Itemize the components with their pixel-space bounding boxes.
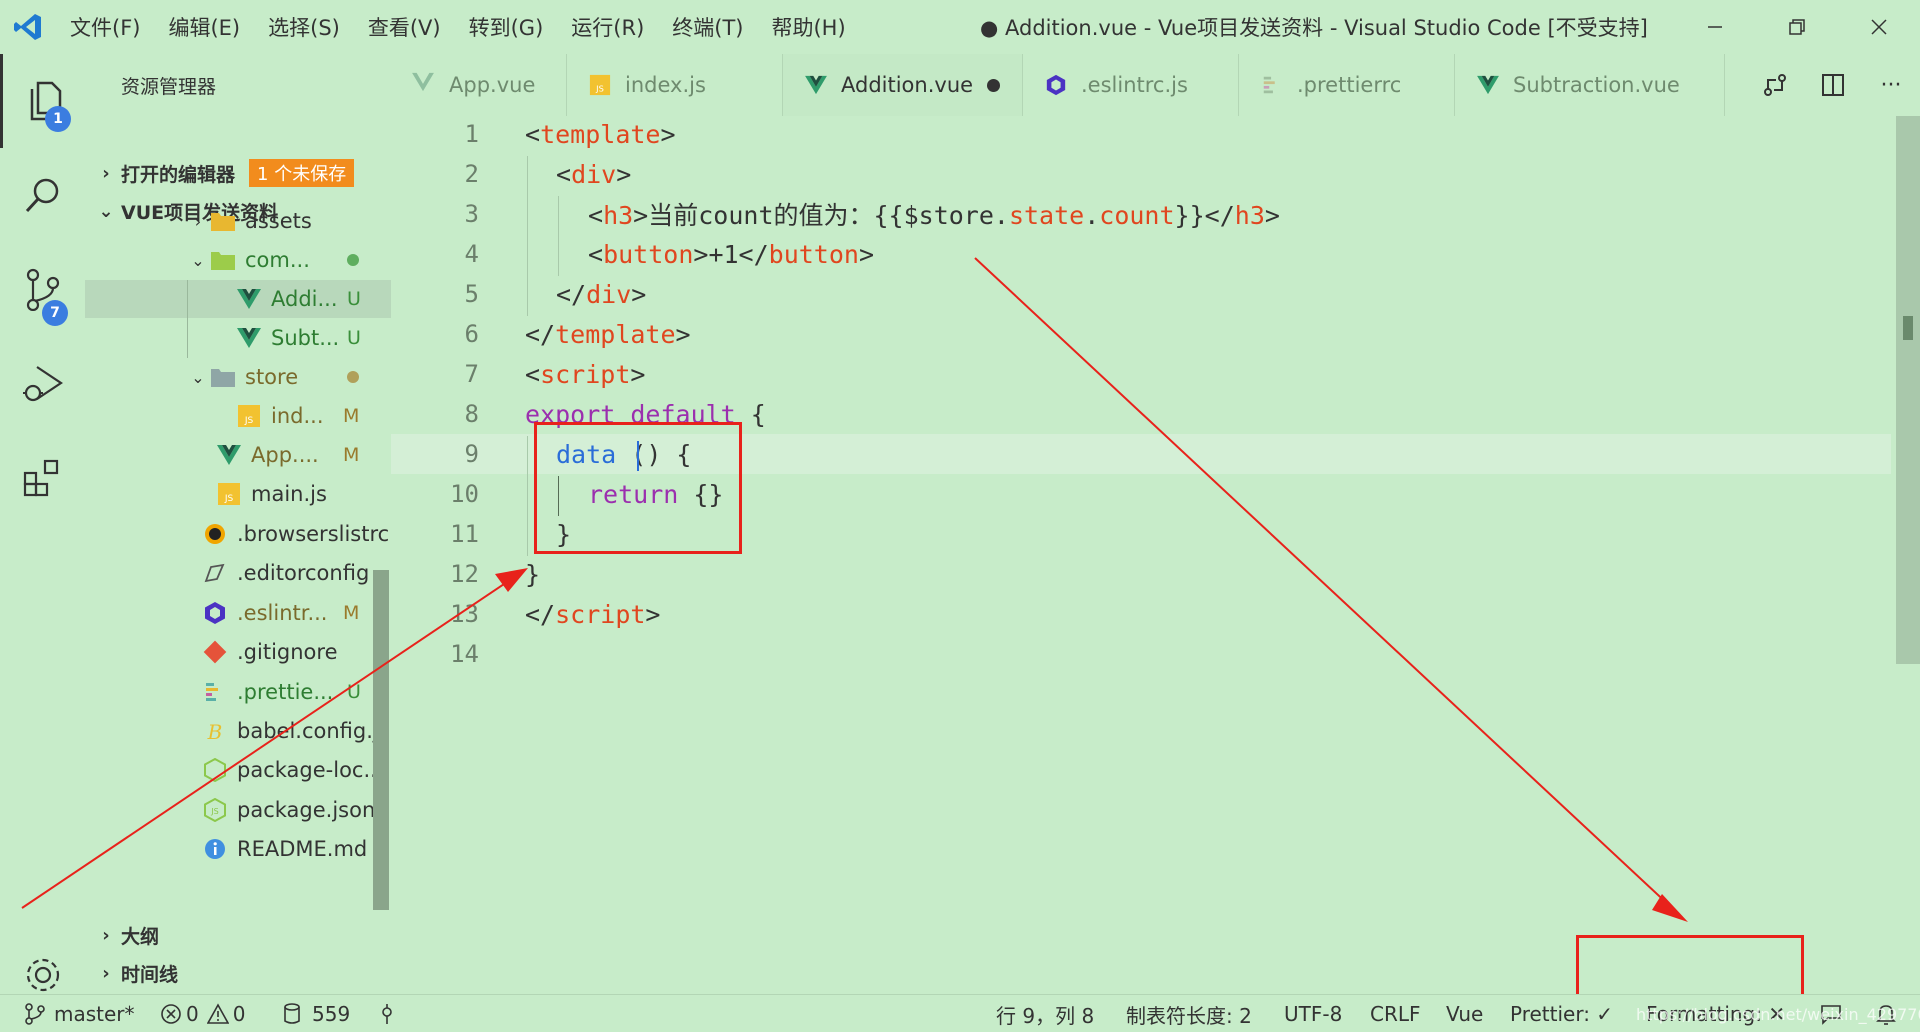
error-icon (161, 1004, 181, 1024)
warning-icon (206, 1003, 229, 1024)
annotation-arrow-right (974, 257, 1673, 909)
status-bar: master* 0 0 559 行 9，列 8 制表符长度: 2 UTF-8 C… (0, 994, 1920, 1032)
problems-status[interactable]: 0 0 (160, 995, 245, 1032)
cursor-position[interactable]: 行 9，列 8 (996, 995, 1094, 1032)
prettier-status[interactable]: Prettier: ✓ (1510, 995, 1613, 1032)
encoding-status[interactable]: UTF-8 (1284, 995, 1342, 1032)
tab-size-status[interactable]: 制表符长度: 2 (1126, 995, 1252, 1032)
arrowhead-icon (1652, 894, 1688, 922)
annotation-arrows (21, 257, 1688, 922)
annotation-arrow-left (21, 579, 511, 909)
eol-status[interactable]: CRLF (1370, 995, 1421, 1032)
watermark-text: https://blog.csdn.net/weixin_42977042 (1636, 1004, 1920, 1024)
language-status[interactable]: Vue (1446, 995, 1483, 1032)
database-status[interactable]: 559 (282, 995, 350, 1032)
branch-status[interactable]: master* (24, 995, 135, 1032)
pin-icon (382, 1004, 392, 1024)
database-icon (284, 1003, 300, 1024)
git-branch-icon (25, 1003, 45, 1025)
pin-status[interactable] (378, 995, 396, 1032)
arrowhead-icon (495, 568, 528, 592)
